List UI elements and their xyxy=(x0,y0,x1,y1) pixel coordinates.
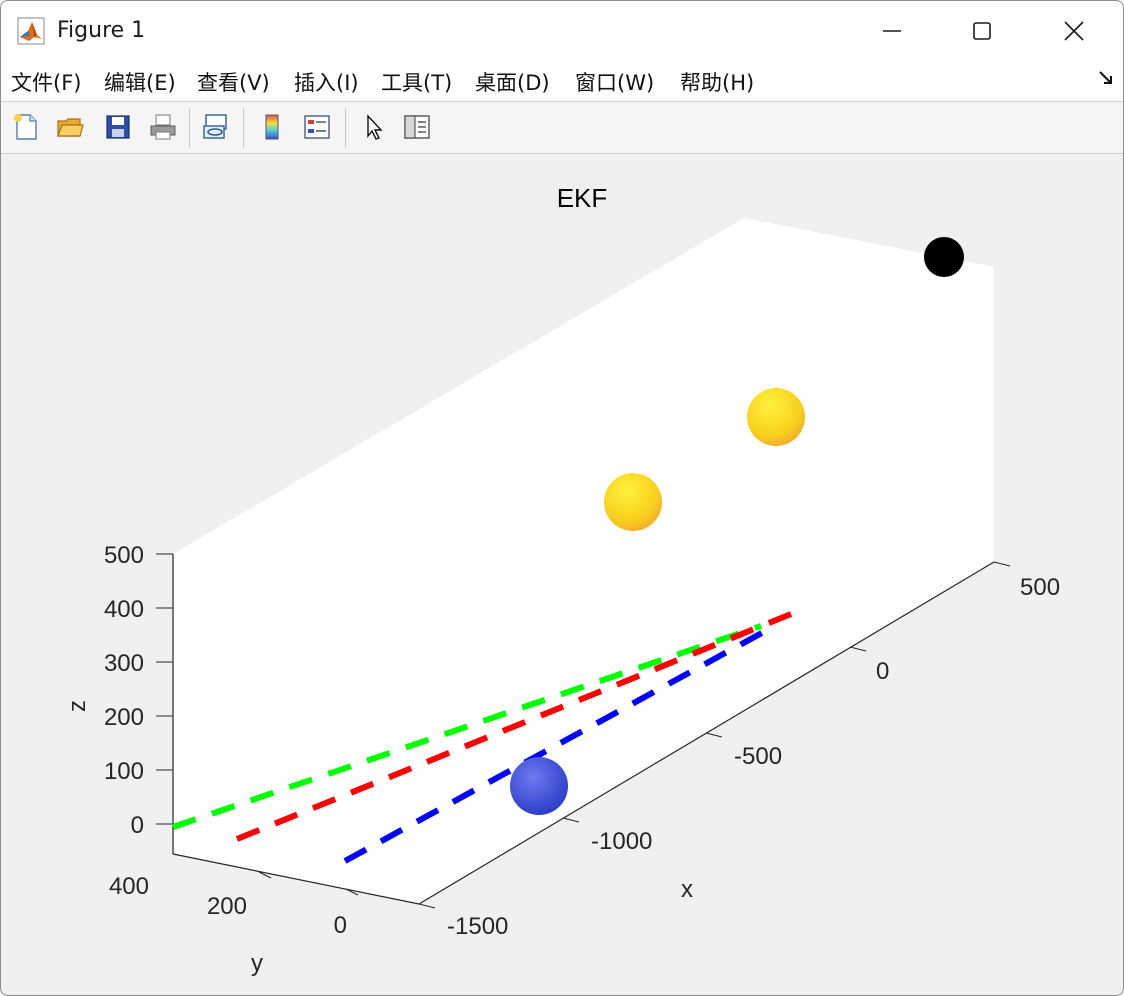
print-icon xyxy=(150,114,176,140)
close-icon xyxy=(1064,21,1084,41)
z-tick-label: 100 xyxy=(104,758,144,785)
black-marker xyxy=(924,237,964,277)
toolbar-separator xyxy=(189,108,190,148)
menu-file[interactable]: 文件(F) xyxy=(11,67,81,97)
yellow-sphere xyxy=(604,473,662,531)
menu-bar: 文件(F) 编辑(E) 查看(V) 插入(I) 工具(T) 桌面(D) 窗口(W… xyxy=(1,59,1123,102)
minimize-icon xyxy=(883,30,901,32)
y-tick-label: 400 xyxy=(109,873,149,900)
y-axis-label: y xyxy=(251,950,263,977)
open-file-button[interactable] xyxy=(53,110,87,144)
print-button[interactable] xyxy=(146,110,180,144)
z-ticks: 500 400 300 200 100 0 xyxy=(104,542,173,839)
colorbar-icon xyxy=(265,114,279,140)
toolbar-separator xyxy=(243,108,244,148)
x-tick-label: 0 xyxy=(876,658,889,685)
x-tick-label: -1000 xyxy=(591,828,652,855)
z-tick-label: 0 xyxy=(131,812,144,839)
save-button[interactable] xyxy=(101,110,135,144)
minimize-button[interactable] xyxy=(869,11,915,51)
x-tick-label: -500 xyxy=(734,743,782,770)
menu-view[interactable]: 查看(V) xyxy=(197,67,270,97)
x-tick-label: -1500 xyxy=(447,913,508,940)
figure-window: Figure 1 文件(F) 编辑(E) 查看(V) 插入(I) 工具(T) 桌… xyxy=(0,0,1124,996)
blue-sphere xyxy=(510,757,568,815)
window-title: Figure 1 xyxy=(57,18,146,43)
y-tick-label: 0 xyxy=(334,912,347,939)
maximize-icon xyxy=(973,22,991,40)
z-axis-label: z xyxy=(64,700,91,712)
x-tick-label: 500 xyxy=(1020,574,1060,601)
edit-plot-button[interactable] xyxy=(357,110,391,144)
link-plot-icon xyxy=(203,114,227,139)
z-tick-label: 300 xyxy=(104,650,144,677)
yellow-sphere xyxy=(747,388,805,446)
menu-help[interactable]: 帮助(H) xyxy=(680,67,754,97)
save-icon xyxy=(106,115,130,139)
title-bar: Figure 1 xyxy=(1,1,1123,59)
open-file-icon xyxy=(57,118,84,137)
maximize-button[interactable] xyxy=(959,11,1005,51)
plot-title: EKF xyxy=(557,183,608,213)
dock-arrow-icon[interactable] xyxy=(1097,69,1115,87)
menu-window[interactable]: 窗口(W) xyxy=(575,67,654,97)
colorbar-button[interactable] xyxy=(255,110,289,144)
new-figure-icon xyxy=(14,114,37,140)
z-tick-label: 400 xyxy=(104,596,144,623)
close-button[interactable] xyxy=(1051,11,1097,51)
axes-background xyxy=(173,218,994,904)
legend-button[interactable] xyxy=(300,110,334,144)
z-tick-label: 500 xyxy=(104,542,144,569)
toolbar xyxy=(1,102,1123,154)
x-axis-label: x xyxy=(681,876,693,903)
menu-desktop[interactable]: 桌面(D) xyxy=(475,67,550,97)
figure-canvas[interactable]: 500 400 300 200 100 0 400 200 0 -1500 -1… xyxy=(1,154,1123,995)
new-figure-button[interactable] xyxy=(9,110,43,144)
menu-insert[interactable]: 插入(I) xyxy=(294,67,359,97)
property-inspector-button[interactable] xyxy=(400,110,434,144)
matlab-icon xyxy=(17,17,45,45)
menu-tools[interactable]: 工具(T) xyxy=(381,67,452,97)
toolbar-separator xyxy=(345,108,346,148)
z-tick-label: 200 xyxy=(104,704,144,731)
legend-icon xyxy=(304,115,330,139)
y-tick-label: 200 xyxy=(207,893,247,920)
edit-plot-pointer-icon xyxy=(367,114,383,140)
property-inspector-icon xyxy=(404,115,430,139)
plot-3d[interactable]: 500 400 300 200 100 0 400 200 0 -1500 -1… xyxy=(1,154,1123,995)
menu-edit[interactable]: 编辑(E) xyxy=(104,67,176,97)
link-plot-button[interactable] xyxy=(199,110,233,144)
